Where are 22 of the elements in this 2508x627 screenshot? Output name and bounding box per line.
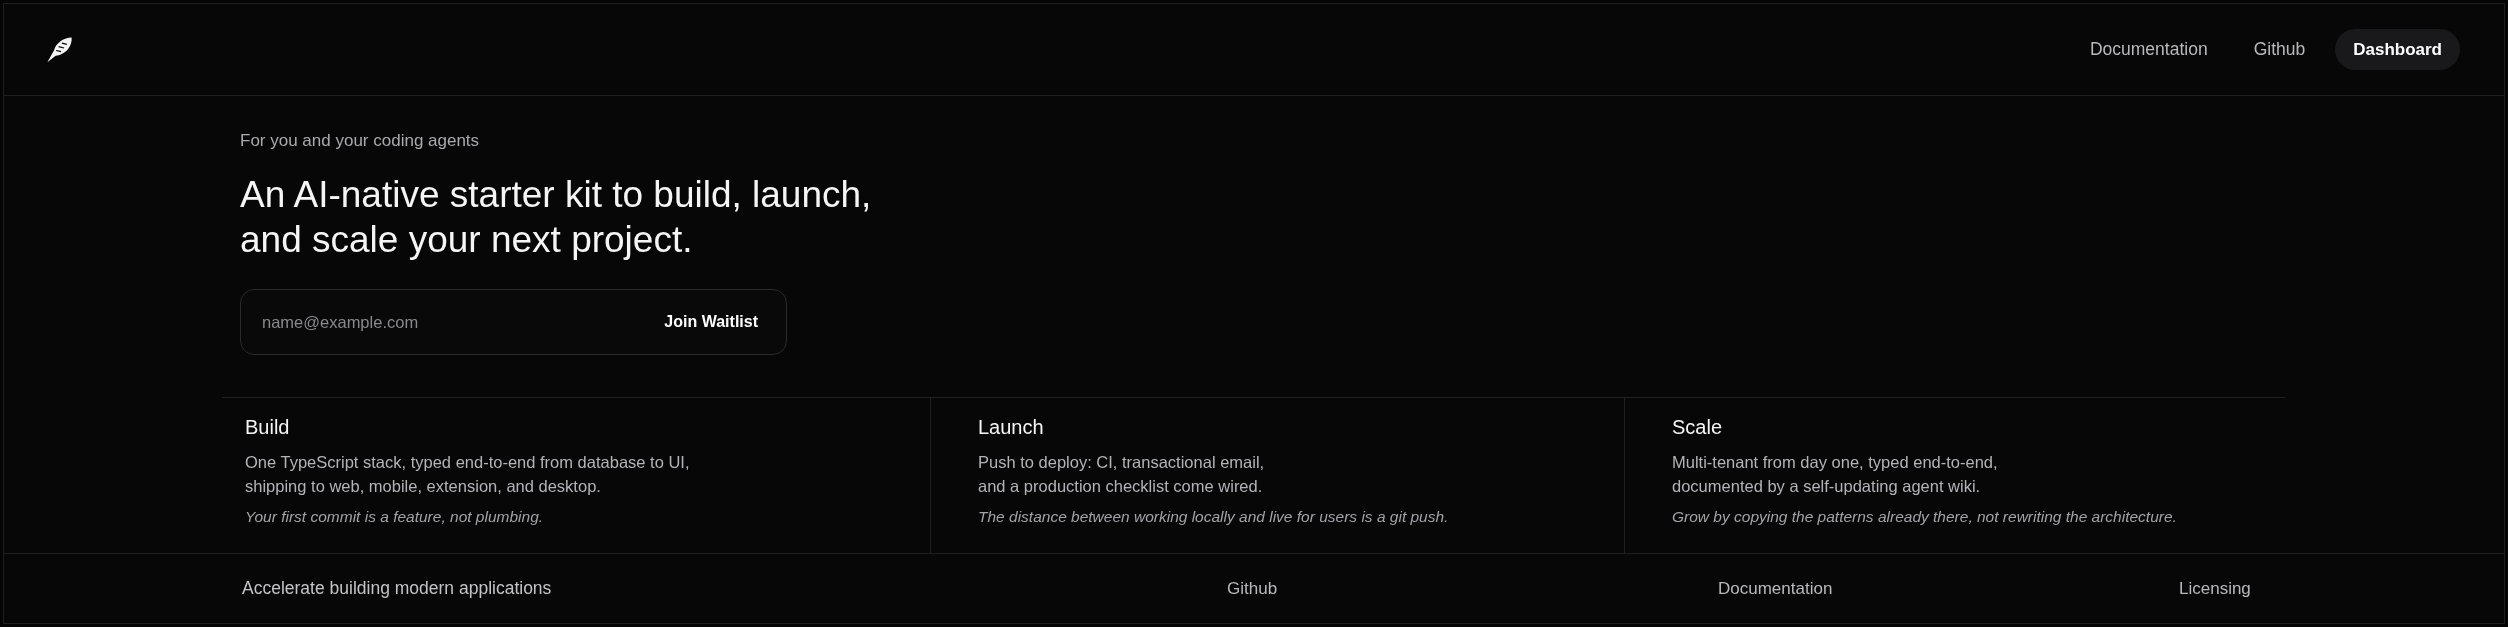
feature-tagline: The distance between working locally and live for users is a git push. xyxy=(978,507,1449,527)
footer-link[interactable]: Licensing xyxy=(2179,575,2251,602)
footer-tagline: Accelerate building modern applications xyxy=(242,577,552,601)
feature-description: Multi-tenant from day one, typed end-to-end, documented by a self-updating agent wiki. xyxy=(1672,452,1998,497)
nav-link[interactable]: Github xyxy=(2237,28,2322,71)
feature-description: Push to deploy: CI, transactional email, and a production checklist come wired. xyxy=(978,452,1265,497)
feature-title: Launch xyxy=(978,415,1044,440)
hero-headline: An AI-native starter kit to build, launch, and scale your next project. xyxy=(240,173,872,262)
feature-title: Build xyxy=(245,415,290,440)
join-waitlist-button[interactable]: Join Waitlist xyxy=(650,302,772,342)
email-signup-field[interactable]: name@example.com Join Waitlist xyxy=(240,289,787,355)
footer-link[interactable]: Github xyxy=(1227,575,1278,602)
feature-description: One TypeScript stack, typed end-to-end from database to UI, shipping to web, mobile, extension, and desktop. xyxy=(245,452,690,497)
eyebrow-text: For you and your coding agents xyxy=(240,131,480,151)
feature-tagline: Your first commit is a feature, not plumbing. xyxy=(245,507,544,527)
feature-title: Scale xyxy=(1672,415,1723,440)
feature-tagline: Grow by copying the patterns already there, not rewriting the architecture. xyxy=(1672,507,2177,527)
footer-link[interactable]: Documentation xyxy=(1718,575,1833,602)
nav-button[interactable]: Dashboard xyxy=(2335,28,2460,71)
nav-link[interactable]: Documentation xyxy=(2073,28,2224,71)
email-field[interactable]: name@example.com xyxy=(241,290,651,354)
feather-icon xyxy=(47,36,73,63)
